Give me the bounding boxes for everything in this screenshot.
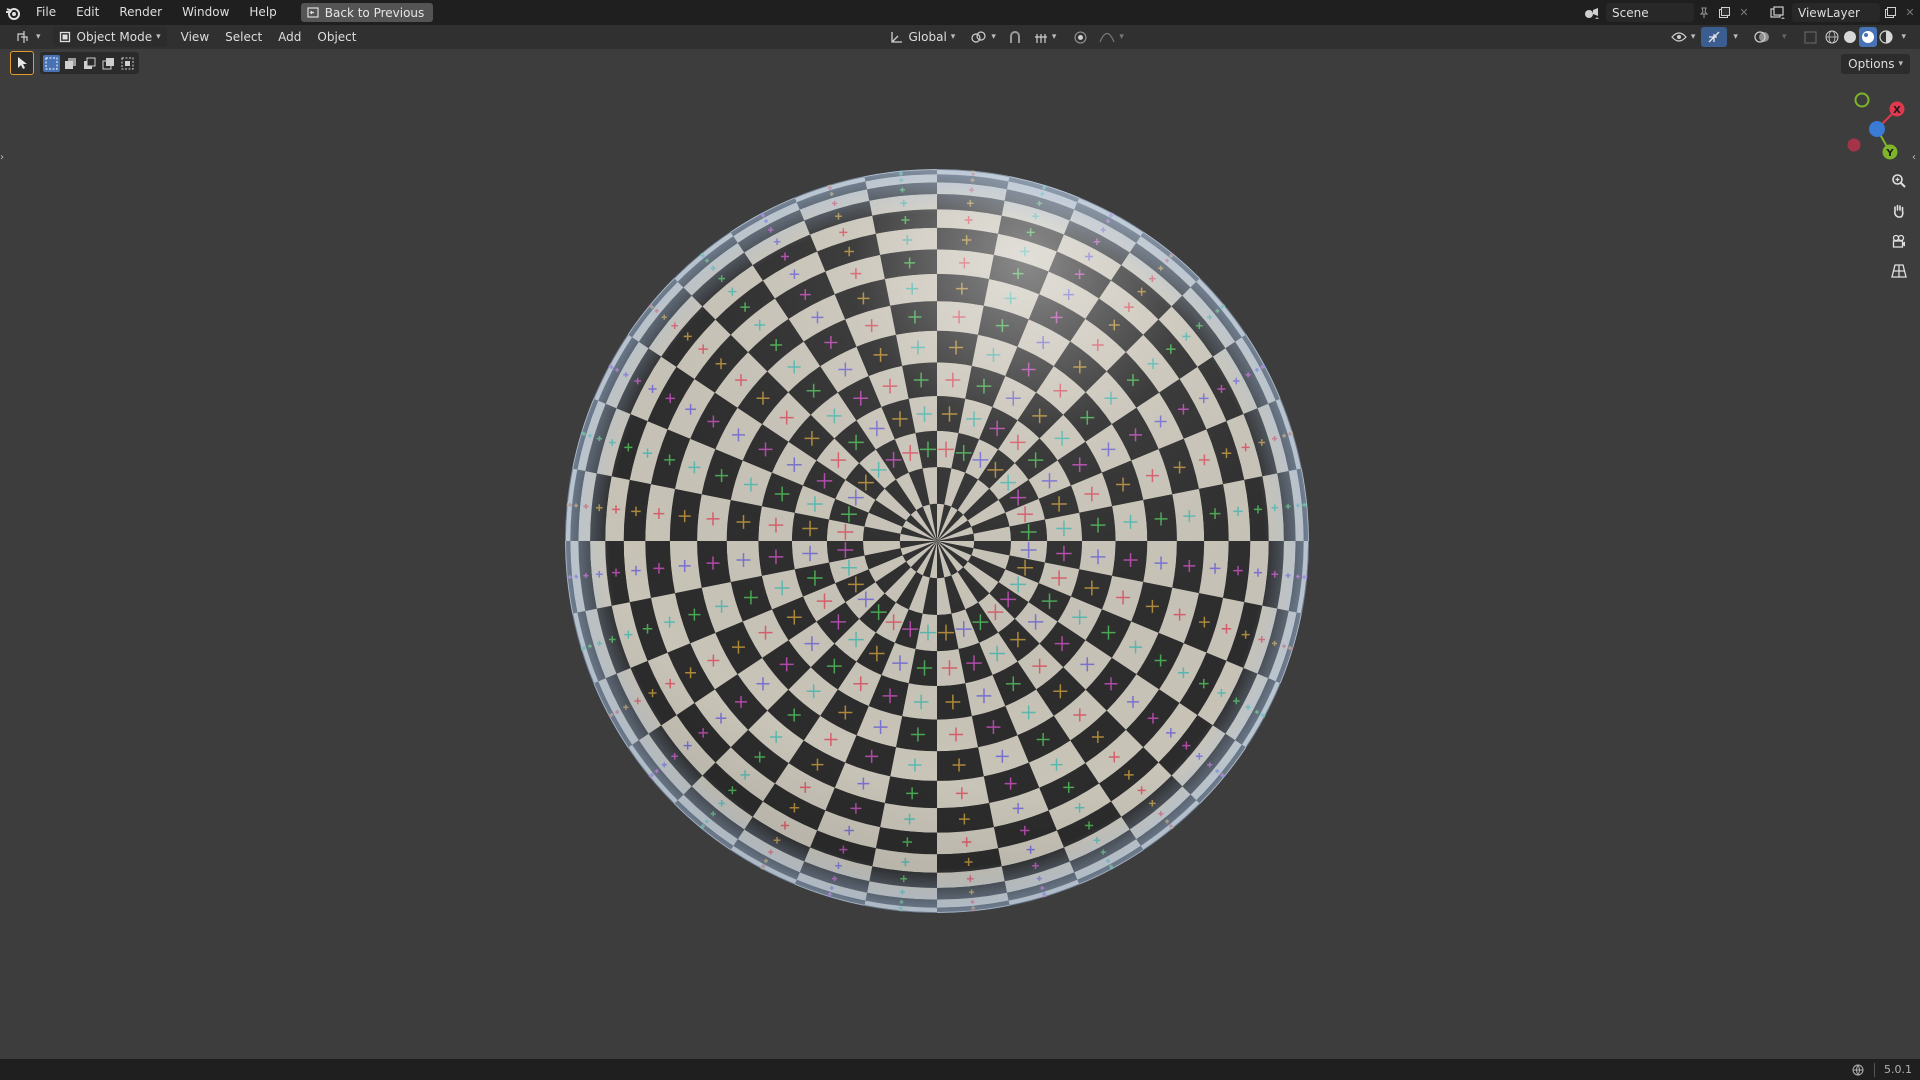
view-layer-icon[interactable] — [1764, 3, 1792, 22]
pivot-icon[interactable]: ▾ — [965, 27, 1002, 47]
selection-mode-group — [40, 52, 139, 74]
close-icon[interactable]: ✕ — [1734, 3, 1754, 22]
z-axis-icon — [1869, 121, 1885, 137]
select-extend-icon[interactable] — [62, 55, 79, 72]
transform-orientation-dropdown[interactable]: Global ▾ — [883, 27, 962, 47]
tool-settings-row — [10, 51, 139, 75]
menu-help[interactable]: Help — [239, 0, 286, 25]
menu-view[interactable]: View — [175, 27, 215, 47]
new-scene-icon[interactable] — [1714, 3, 1734, 22]
rendered-shading-icon[interactable] — [1877, 27, 1895, 47]
toolbar-toggle-icon[interactable]: › — [0, 149, 8, 165]
menu-window[interactable]: Window — [172, 0, 239, 25]
blender-logo-icon[interactable] — [0, 0, 26, 25]
svg-text:Y: Y — [1885, 148, 1894, 159]
camera-view-icon[interactable] — [1886, 228, 1912, 254]
gizmo-icon[interactable] — [1701, 27, 1728, 47]
menu-select[interactable]: Select — [219, 27, 268, 47]
visibility-icon[interactable]: ▾ — [1665, 27, 1702, 47]
menu-add[interactable]: Add — [272, 27, 307, 47]
menu-edit[interactable]: Edit — [66, 0, 109, 25]
proportional-icon[interactable] — [1068, 27, 1093, 47]
mode-label: Object Mode — [76, 30, 153, 44]
network-icon — [1852, 1064, 1864, 1076]
topbar-right: Scene ✕ ViewLayer ✕ — [1578, 0, 1920, 25]
snap-icon[interactable] — [1002, 27, 1028, 47]
mode-dropdown[interactable]: Object Mode ▾ — [52, 27, 167, 47]
version-info: 5.0.1 — [1851, 1062, 1912, 1077]
screen-back-icon — [307, 7, 319, 18]
menu-file[interactable]: File — [26, 0, 66, 25]
perspective-grid-icon[interactable] — [1886, 258, 1912, 284]
select-invert-icon[interactable] — [100, 55, 117, 72]
version-label: 5.0.1 — [1884, 1063, 1912, 1076]
view-layer-field[interactable]: ViewLayer — [1792, 3, 1880, 22]
editor-type-icon[interactable]: ▾ — [10, 27, 47, 47]
status-separator — [1874, 1062, 1875, 1077]
view-layer-name: ViewLayer — [1798, 5, 1860, 20]
close-layer-icon[interactable]: ✕ — [1900, 3, 1920, 22]
svg-text:X: X — [1893, 105, 1901, 116]
select-intersect-icon[interactable] — [119, 55, 136, 72]
xray-icon[interactable] — [1798, 27, 1823, 47]
wireframe-shading-icon[interactable] — [1823, 27, 1841, 47]
new-layer-icon[interactable] — [1880, 3, 1900, 22]
overlay-dropdown[interactable]: ▾ — [1776, 27, 1793, 47]
gizmo-dropdown[interactable]: ▾ — [1727, 27, 1744, 47]
falloff-icon[interactable]: ▾ — [1093, 27, 1130, 47]
scene-name-field[interactable]: Scene — [1606, 3, 1694, 22]
pan-hand-icon[interactable] — [1886, 198, 1912, 224]
snap-target-icon[interactable]: ▾ — [1028, 27, 1063, 47]
pin-icon[interactable] — [1694, 3, 1714, 22]
negative-x-axis-icon — [1847, 138, 1861, 152]
select-tool-icon[interactable] — [10, 51, 34, 75]
overlay-icon[interactable] — [1748, 27, 1776, 47]
menu-object[interactable]: Object — [311, 27, 362, 47]
back-to-previous-label: Back to Previous — [324, 5, 425, 20]
back-to-previous-button[interactable]: Back to Previous — [300, 3, 434, 22]
material-shading-icon[interactable] — [1859, 27, 1878, 47]
orientation-axes-icon — [890, 31, 902, 43]
transform-orientation-label: Global — [908, 30, 947, 44]
status-bar: 5.0.1 — [0, 1059, 1920, 1080]
top-bar: File Edit Render Window Help Back to Pre… — [0, 0, 1920, 25]
select-new-icon[interactable] — [43, 54, 60, 72]
options-label: Options — [1848, 57, 1895, 71]
scene-icon[interactable] — [1578, 3, 1606, 22]
shading-dropdown[interactable]: ▾ — [1895, 27, 1912, 47]
zoom-icon[interactable] — [1886, 168, 1912, 194]
checker-sphere[interactable] — [0, 49, 1920, 1059]
object-mode-icon — [59, 31, 70, 43]
solid-shading-icon[interactable] — [1841, 27, 1859, 47]
3d-viewport[interactable]: › ‹ — [0, 49, 1920, 1059]
menu-render[interactable]: Render — [109, 0, 172, 25]
select-subtract-icon[interactable] — [81, 55, 98, 72]
viewport-header: ▾ Object Mode ▾ View Select Add Object G… — [0, 25, 1920, 49]
options-dropdown[interactable]: Options ▾ — [1841, 54, 1910, 74]
negative-y-axis-icon — [1854, 92, 1870, 108]
scene-name: Scene — [1612, 5, 1649, 20]
